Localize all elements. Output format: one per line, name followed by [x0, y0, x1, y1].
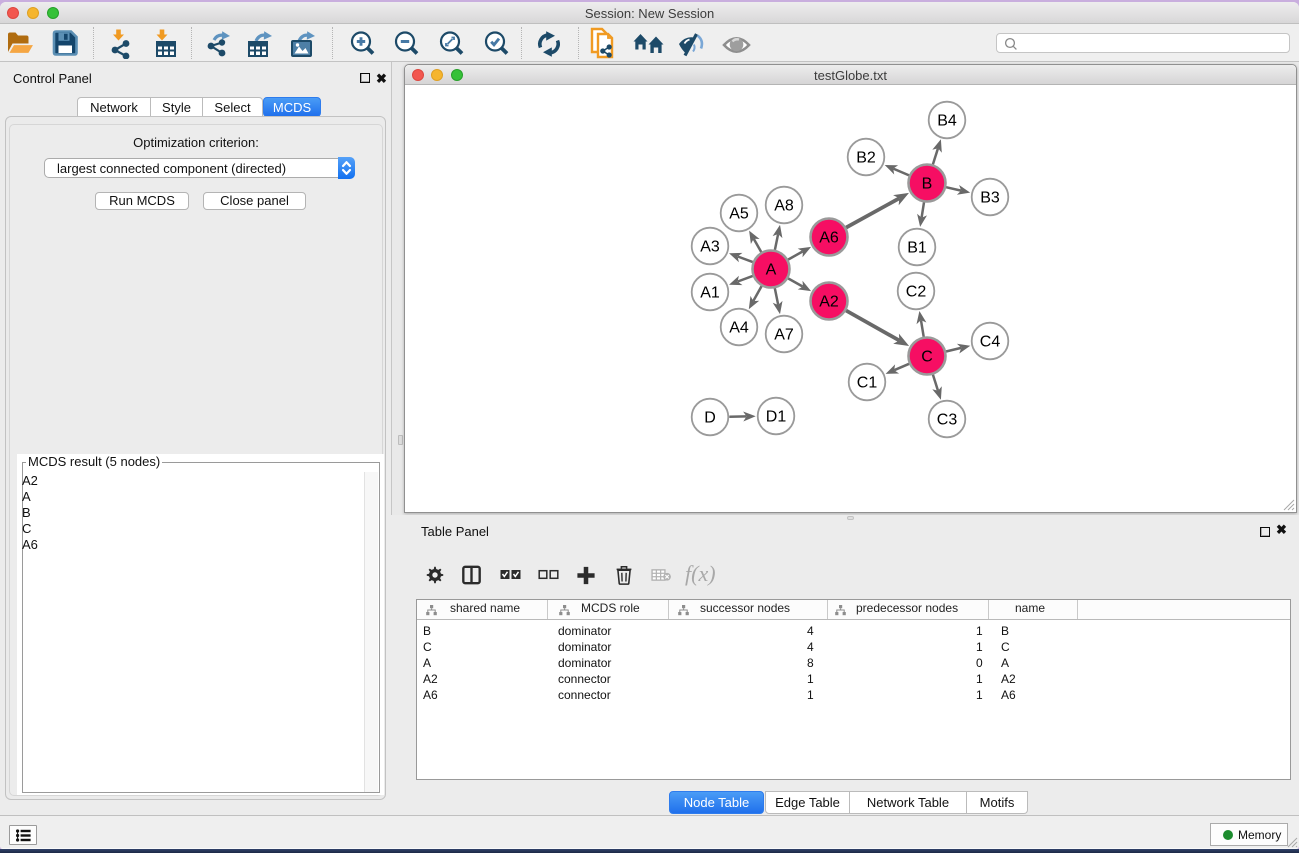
svg-text:A6: A6: [819, 230, 839, 247]
svg-text:A5: A5: [729, 206, 749, 223]
svg-text:A2: A2: [819, 294, 839, 311]
svg-text:A7: A7: [774, 327, 794, 344]
svg-text:A1: A1: [700, 285, 720, 302]
svg-text:B2: B2: [856, 150, 876, 167]
svg-text:A: A: [766, 262, 777, 279]
svg-text:B1: B1: [907, 240, 927, 257]
svg-text:C3: C3: [937, 412, 958, 429]
svg-text:D1: D1: [766, 409, 787, 426]
svg-text:C4: C4: [980, 334, 1001, 351]
svg-text:B: B: [922, 176, 933, 193]
svg-text:A8: A8: [774, 198, 794, 215]
svg-text:D: D: [704, 410, 716, 427]
svg-text:C2: C2: [906, 284, 927, 301]
svg-text:C1: C1: [857, 375, 878, 392]
svg-text:B4: B4: [937, 113, 957, 130]
svg-text:A3: A3: [700, 239, 720, 256]
svg-text:A4: A4: [729, 320, 749, 337]
svg-text:C: C: [921, 349, 933, 366]
svg-text:B3: B3: [980, 190, 1000, 207]
